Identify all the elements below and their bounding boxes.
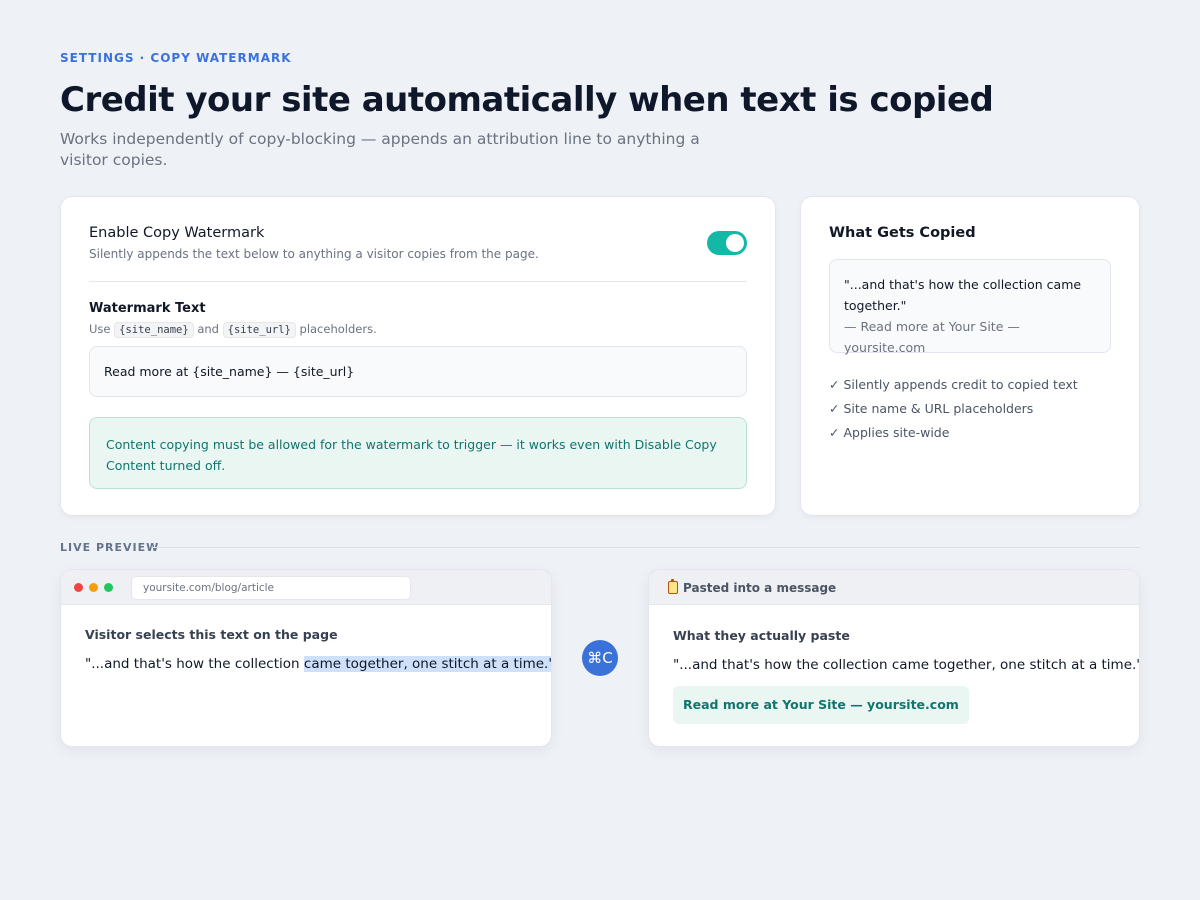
help-prefix: Use [89,322,111,336]
watermark-help-text: Use {site_name} and {site_url} placehold… [89,322,377,338]
breadcrumb: SETTINGS · COPY WATERMARK [60,51,292,65]
browser-url-bar: yoursite.com/blog/article [131,576,411,600]
page-title: Credit your site automatically when text… [60,80,994,120]
browser-toolbar: yoursite.com/blog/article [61,570,551,605]
check-icon: ✓ [829,401,840,416]
window-minimize-dot-icon [89,583,98,592]
copy-shortcut-badge: ⌘C [582,640,618,676]
list-item: ✓ Applies site-wide [829,425,950,440]
watermark-text-label: Watermark Text [89,301,206,316]
browser-preview: yoursite.com/blog/article Visitor select… [60,569,552,747]
check-icon: ✓ [829,425,840,440]
help-suffix: placeholders. [299,322,377,336]
site-url-placeholder-code: {site_url} [222,322,296,338]
settings-page: SETTINGS · COPY WATERMARK Credit your si… [0,0,1200,900]
selected-text: came together, one stitch at a time." [303,656,551,672]
page-subtitle: Works independently of copy-blocking — a… [60,130,700,169]
paste-preview-title: Pasted into a message [683,581,837,595]
watermark-text-input[interactable] [89,346,747,397]
paste-preview: Pasted into a message What they actually… [648,569,1140,747]
list-item: ✓ Silently appends credit to copied text [829,377,1078,392]
paste-preview-quote: "...and that's how the collection came t… [673,657,1140,673]
enable-watermark-toggle[interactable] [707,231,747,255]
enable-watermark-description: Silently appends the text below to anyth… [89,247,539,261]
help-and: and [197,322,219,336]
paste-preview-heading: What they actually paste [673,628,850,643]
clipboard-icon [668,579,678,594]
copy-allowed-notice: Content copying must be allowed for the … [89,417,747,489]
enable-watermark-title: Enable Copy Watermark [89,225,265,241]
check-icon: ✓ [829,377,840,392]
toggle-knob [726,234,744,252]
what-gets-copied-card: What Gets Copied "...and that's how the … [800,196,1140,516]
what-gets-copied-title: What Gets Copied [829,225,976,241]
feature-checklist: ✓ Silently appends credit to copied text … [829,375,1078,447]
copied-example-attribution: — Read more at Your Site — yoursite.com [844,319,1020,355]
site-name-placeholder-code: {site_name} [114,322,194,338]
watermark-settings-card: Enable Copy Watermark Silently appends t… [60,196,776,516]
window-close-dot-icon [74,583,83,592]
paste-preview-header: Pasted into a message [649,570,1139,605]
paste-preview-attribution: Read more at Your Site — yoursite.com [673,686,969,724]
copied-example-quote: "...and that's how the collection came t… [844,277,1082,313]
live-preview-label: LIVE PREVIEW [60,541,160,554]
browser-preview-heading: Visitor selects this text on the page [85,627,338,642]
live-preview-divider [152,547,1140,548]
window-maximize-dot-icon [104,583,113,592]
divider [89,281,747,282]
list-item: ✓ Site name & URL placeholders [829,401,1034,416]
browser-preview-quote: "...and that's how the collection came t… [85,656,551,672]
copied-example-box: "...and that's how the collection came t… [829,259,1111,355]
